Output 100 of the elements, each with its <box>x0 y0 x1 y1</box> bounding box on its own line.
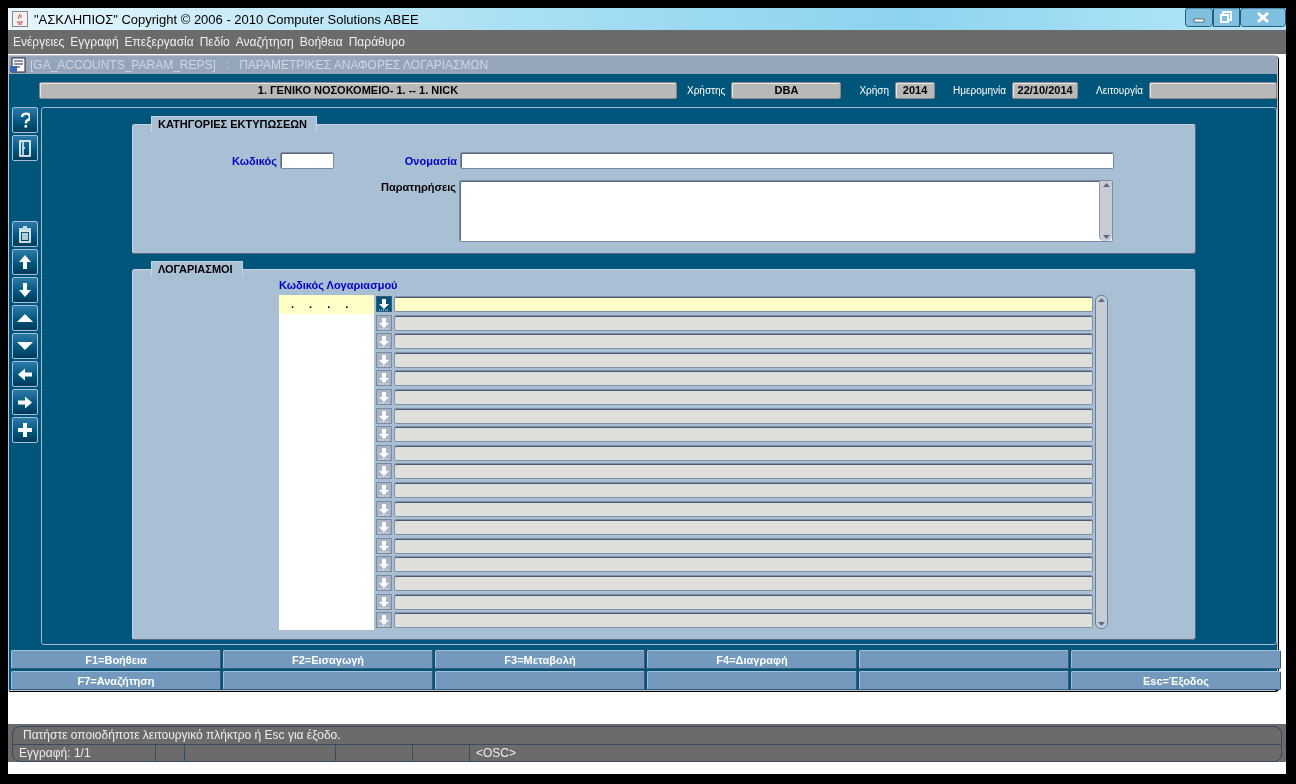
column-header: Κωδικός Λογαριασμού <box>278 278 399 292</box>
menu-item[interactable]: Ενέργειες <box>12 35 70 49</box>
account-field[interactable] <box>394 370 1093 387</box>
list-button[interactable] <box>376 333 392 350</box>
record-count: Εγγραφή: 1/1 <box>13 745 156 761</box>
help-button[interactable] <box>12 107 38 133</box>
code-field[interactable]: . . . . <box>279 295 374 314</box>
section-title: ΚΑΤΗΓΟΡΙΕΣ ΕΚΤΥΠΩΣΕΩΝ <box>151 116 317 132</box>
menu-item[interactable]: Αναζήτηση <box>234 35 299 49</box>
plus-button[interactable] <box>12 417 38 443</box>
down-arrow-icon <box>377 427 391 442</box>
status-message: Πατήστε οποιοδήποτε λειτουργικό πλήκτρο ή Esc για έξοδο. <box>23 728 341 742</box>
header-label: Χρήστης <box>687 84 726 96</box>
list-button[interactable] <box>376 537 392 554</box>
account-field[interactable] <box>394 426 1093 443</box>
list-button[interactable] <box>376 388 392 405</box>
notes-field[interactable] <box>459 180 1113 242</box>
account-field[interactable] <box>394 351 1093 368</box>
function-key[interactable]: F1=Βοήθεια <box>11 650 221 669</box>
list-button[interactable] <box>376 296 392 312</box>
menu-item[interactable]: Παράθυρο <box>347 35 410 49</box>
function-key[interactable] <box>859 671 1069 690</box>
down-arrow-icon <box>377 334 391 349</box>
list-button[interactable] <box>376 500 392 517</box>
function-key[interactable]: F4=Διαγραφή <box>647 650 857 669</box>
list-button[interactable] <box>376 574 392 591</box>
list-button[interactable] <box>376 444 392 461</box>
list-button[interactable] <box>376 407 392 424</box>
organization-field: 1. ΓΕΝΙΚΟ ΝΟΣΟΚΟΜΕΙΟ- 1. -- 1. NICK <box>39 81 677 99</box>
account-field[interactable] <box>394 537 1093 554</box>
list-button[interactable] <box>376 612 392 629</box>
minimize-button[interactable] <box>1185 8 1213 27</box>
menu-item[interactable]: Επεξεργασία <box>123 35 199 49</box>
account-field[interactable] <box>394 296 1093 312</box>
header-label: Χρήση <box>859 84 890 96</box>
up-triangle-button[interactable] <box>12 305 38 331</box>
up-arrow-button[interactable] <box>12 249 38 275</box>
close-button[interactable] <box>1240 8 1286 27</box>
account-field[interactable] <box>394 500 1093 517</box>
account-field[interactable] <box>394 314 1093 331</box>
up-arrow-icon <box>1101 181 1111 188</box>
menu-item[interactable]: Εγγραφή <box>69 35 124 49</box>
down-arrow-icon <box>377 482 391 497</box>
function-key[interactable]: Esc=Έξοδος <box>1071 671 1281 690</box>
up-arrow-icon <box>19 255 31 269</box>
account-field[interactable] <box>394 481 1093 498</box>
list-button[interactable] <box>376 314 392 331</box>
right-arrow-button[interactable] <box>12 389 38 415</box>
down-arrow-button[interactable] <box>12 277 38 303</box>
java-app-icon <box>12 11 28 27</box>
menu-item[interactable]: Πεδίο <box>198 35 235 49</box>
function-key[interactable]: F2=Εισαγωγή <box>223 650 433 669</box>
code-field[interactable] <box>280 152 334 169</box>
list-button[interactable] <box>376 426 392 443</box>
function-key[interactable] <box>435 671 645 690</box>
account-field[interactable] <box>394 593 1093 610</box>
account-field[interactable] <box>394 612 1093 629</box>
down-triangle-button[interactable] <box>12 333 38 359</box>
account-field[interactable] <box>394 333 1093 350</box>
down-arrow-icon <box>377 575 391 590</box>
account-field[interactable] <box>394 574 1093 591</box>
header-label: Λειτουργία <box>1096 84 1143 96</box>
help-icon <box>20 112 30 128</box>
function-key[interactable] <box>1071 650 1281 669</box>
door-icon <box>19 139 31 157</box>
list-button[interactable] <box>376 463 392 480</box>
scrollbar[interactable] <box>1099 181 1112 241</box>
down-arrow-icon <box>377 501 391 516</box>
list-button[interactable] <box>376 351 392 368</box>
function-key[interactable] <box>223 671 433 690</box>
trash-button[interactable] <box>12 221 38 247</box>
account-field[interactable] <box>394 556 1093 573</box>
function-key[interactable]: F3=Μεταβολή <box>435 650 645 669</box>
code-field[interactable] <box>279 611 374 630</box>
function-key[interactable] <box>859 650 1069 669</box>
account-field[interactable] <box>394 444 1093 461</box>
down-arrow-icon <box>377 464 391 479</box>
function-key[interactable]: F7=Αναζήτηση <box>11 671 221 690</box>
door-button[interactable] <box>12 135 38 161</box>
list-button[interactable] <box>376 370 392 387</box>
left-arrow-button[interactable] <box>12 361 38 387</box>
list-button[interactable] <box>376 593 392 610</box>
restore-button[interactable] <box>1213 8 1240 27</box>
header-label: Ημερομηνία <box>953 84 1007 96</box>
list-button[interactable] <box>376 519 392 536</box>
scrollbar[interactable] <box>1095 295 1108 629</box>
down-arrow-icon <box>377 389 391 404</box>
list-button[interactable] <box>376 481 392 498</box>
trash-icon <box>18 225 32 243</box>
account-field[interactable] <box>394 407 1093 424</box>
name-field[interactable] <box>460 152 1114 169</box>
menu-item[interactable]: Βοήθεια <box>298 35 348 49</box>
function-key[interactable] <box>647 671 857 690</box>
field-label: Κωδικός <box>231 154 278 167</box>
plus-icon <box>18 423 32 437</box>
account-field[interactable] <box>394 388 1093 405</box>
account-field[interactable] <box>394 519 1093 536</box>
list-button[interactable] <box>376 556 392 573</box>
account-field[interactable] <box>394 463 1093 480</box>
down-arrow-icon <box>19 283 31 297</box>
